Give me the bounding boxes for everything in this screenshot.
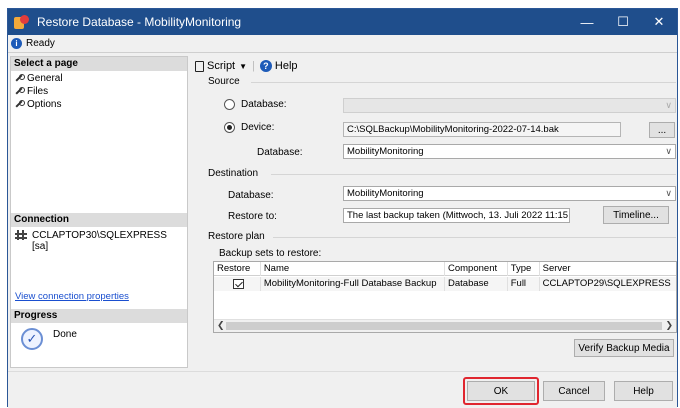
col-name[interactable]: Name — [261, 262, 445, 276]
wrench-icon — [14, 86, 25, 96]
restore-database-window: Restore Database - MobilityMonitoring — … — [7, 8, 678, 408]
progress-header: Progress — [11, 309, 187, 323]
restore-plan-divider — [273, 237, 676, 238]
page-general-label: General — [27, 72, 63, 84]
backup-component-cell: Database — [445, 277, 508, 291]
backup-type-cell: Full — [508, 277, 540, 291]
connection-server: CCLAPTOP30\SQLEXPRESS — [32, 230, 167, 241]
scroll-right-icon[interactable]: ❯ — [665, 320, 673, 331]
backup-server-cell: CCLAPTOP29\SQLEXPRESS — [542, 278, 671, 289]
toolbar: Script ▼ | ? Help — [195, 60, 298, 72]
scroll-left-icon[interactable]: ❮ — [217, 320, 225, 331]
title-bar[interactable]: Restore Database - MobilityMonitoring — … — [8, 9, 677, 35]
source-db-combo[interactable]: MobilityMonitoring ∨ — [343, 144, 676, 159]
connection-user: [sa] — [32, 241, 49, 252]
page-files-label: Files — [27, 85, 49, 97]
destination-divider — [271, 174, 676, 175]
page-options-label: Options — [27, 98, 62, 110]
dest-database-label: Database: — [228, 190, 274, 201]
table-row[interactable]: MobilityMonitoring-Full Database Backup … — [214, 277, 676, 291]
left-pane: Select a page General Files Options Conn… — [10, 56, 188, 368]
backup-name-cell: MobilityMonitoring-Full Database Backup — [261, 277, 445, 291]
backup-sets-label: Backup sets to restore: — [219, 248, 322, 259]
timeline-button[interactable]: Timeline... — [603, 206, 669, 224]
restore-plan-label: Restore plan — [208, 231, 269, 242]
source-device-option: Device: — [241, 122, 275, 133]
source-database-radio[interactable] — [224, 99, 235, 110]
cancel-button[interactable]: Cancel — [543, 381, 605, 401]
grid-header: Restore Name Component Type Server — [214, 262, 676, 276]
connection-info: CCLAPTOP30\SQLEXPRESS [sa] — [14, 230, 167, 252]
window-title: Restore Database - MobilityMonitoring — [37, 15, 242, 29]
help-toolbar-button[interactable]: ? Help — [259, 60, 298, 72]
close-button[interactable]: ✕ — [641, 9, 677, 35]
dialog-footer: OK Cancel Help — [8, 371, 677, 408]
maximize-button[interactable]: ☐ — [605, 9, 641, 35]
ok-button[interactable]: OK — [467, 381, 535, 401]
minimize-button[interactable]: — — [569, 9, 605, 35]
col-server[interactable]: Server — [540, 262, 676, 276]
chevron-down-icon: ▼ — [239, 61, 248, 71]
page-files[interactable]: Files — [14, 85, 48, 97]
source-label: Source — [208, 76, 244, 87]
chevron-down-icon: ∨ — [665, 100, 672, 110]
restore-to-field[interactable]: The last backup taken (Mittwoch, 13. Jul… — [343, 208, 570, 223]
browse-device-button[interactable]: ... — [649, 122, 675, 138]
source-divider — [251, 82, 676, 83]
general-page: Script ▼ | ? Help Source Database: ∨ Dev… — [191, 56, 677, 368]
col-type[interactable]: Type — [508, 262, 540, 276]
col-component[interactable]: Component — [445, 262, 508, 276]
wrench-icon — [14, 73, 25, 83]
page-general[interactable]: General — [14, 72, 63, 84]
help-button[interactable]: Help — [614, 381, 673, 401]
info-icon: i — [11, 38, 22, 49]
wrench-icon — [14, 99, 25, 109]
help-icon: ? — [259, 60, 272, 72]
ssms-app-icon — [14, 15, 30, 29]
col-restore[interactable]: Restore — [214, 262, 261, 276]
horizontal-scrollbar[interactable]: ❮ ❯ — [214, 319, 676, 332]
script-icon — [195, 60, 204, 72]
backup-sets-grid: Restore Name Component Type Server Mobil… — [213, 261, 677, 333]
status-text: Ready — [26, 38, 55, 49]
restore-to-label: Restore to: — [228, 211, 277, 222]
connection-header: Connection — [11, 213, 187, 227]
restore-checkbox[interactable] — [233, 279, 244, 289]
progress-status: Done — [53, 329, 77, 340]
source-database-combo: ∨ — [343, 98, 676, 113]
verify-backup-media-button[interactable]: Verify Backup Media — [574, 339, 674, 357]
dest-database-combo[interactable]: MobilityMonitoring ∨ — [343, 186, 676, 201]
device-path-field: C:\SQLBackup\MobilityMonitoring-2022-07-… — [343, 122, 621, 137]
status-bar: i Ready — [8, 35, 677, 53]
progress-done-icon: ✓ — [21, 328, 43, 350]
scrollbar-thumb[interactable] — [226, 322, 662, 330]
chevron-down-icon: ∨ — [665, 146, 672, 156]
select-page-header: Select a page — [11, 57, 187, 71]
source-database-option: Database: — [241, 99, 287, 110]
page-options[interactable]: Options — [14, 98, 61, 110]
source-db-label: Database: — [257, 147, 303, 158]
view-connection-properties-link[interactable]: View connection properties — [15, 291, 129, 302]
server-connection-icon — [14, 230, 28, 242]
script-button[interactable]: Script ▼ — [195, 60, 247, 72]
source-device-radio[interactable] — [224, 122, 235, 133]
chevron-down-icon: ∨ — [665, 188, 672, 198]
destination-label: Destination — [208, 168, 263, 179]
